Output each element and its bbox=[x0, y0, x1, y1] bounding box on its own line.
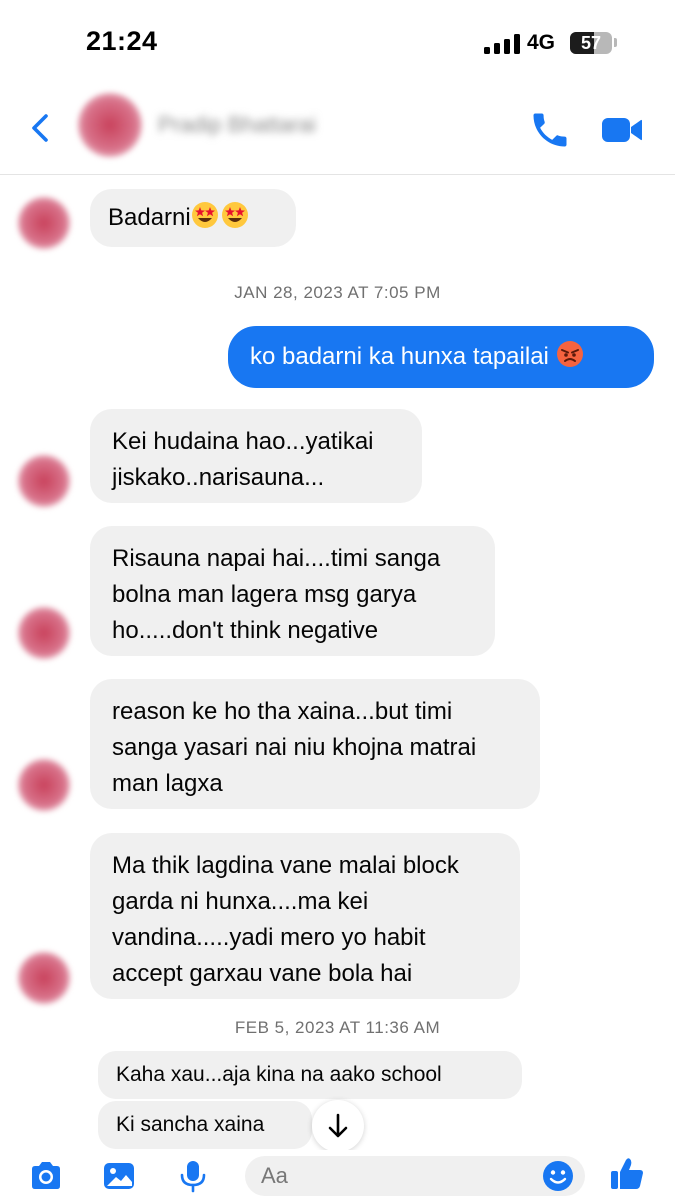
message-input-container[interactable] bbox=[245, 1156, 585, 1196]
timestamp-separator: JAN 28, 2023 AT 7:05 PM bbox=[234, 283, 441, 302]
conversation-header: Pradip Bhattarai bbox=[0, 80, 675, 175]
timestamp-separator: FEB 5, 2023 AT 11:36 AM bbox=[234, 1018, 441, 1037]
emoji-button[interactable] bbox=[541, 1159, 575, 1193]
message-bubble[interactable]: Ki sancha xaina bbox=[98, 1101, 312, 1149]
audio-call-button[interactable] bbox=[528, 108, 572, 152]
composer-bar bbox=[0, 1150, 675, 1200]
message-text: Badarni bbox=[108, 204, 191, 231]
sender-avatar bbox=[18, 455, 70, 507]
sender-avatar bbox=[18, 759, 70, 811]
message-text: Ma thik lagdina vane malai block garda n… bbox=[112, 852, 459, 987]
message-bubble[interactable]: Ma thik lagdina vane malai block garda n… bbox=[90, 833, 520, 999]
contact-name[interactable]: Pradip Bhattarai bbox=[158, 112, 316, 138]
signal-strength-icon bbox=[484, 34, 520, 54]
message-list[interactable]: Badarni JAN 28, 2023 AT 7:05 PM ko badar… bbox=[0, 175, 675, 1155]
back-button[interactable] bbox=[24, 108, 56, 148]
sender-avatar bbox=[18, 197, 70, 249]
message-text: Risauna napai hai....timi sanga bolna ma… bbox=[112, 545, 441, 644]
message-input[interactable] bbox=[261, 1156, 531, 1196]
star-struck-emoji-icon bbox=[191, 201, 219, 241]
message-bubble[interactable]: Badarni bbox=[90, 189, 296, 247]
status-time: 21:24 bbox=[86, 26, 158, 56]
arrow-down-icon bbox=[328, 1113, 348, 1138]
voice-message-button[interactable] bbox=[175, 1158, 211, 1194]
network-type: 4G bbox=[527, 31, 556, 54]
video-call-button[interactable] bbox=[600, 110, 644, 150]
camera-icon bbox=[32, 1162, 60, 1189]
sender-avatar bbox=[18, 607, 70, 659]
message-text: Kaha xau...aja kina na aako school bbox=[116, 1063, 442, 1086]
scroll-to-bottom-button[interactable] bbox=[312, 1100, 364, 1152]
microphone-icon bbox=[180, 1161, 206, 1193]
message-bubble[interactable]: Risauna napai hai....timi sanga bolna ma… bbox=[90, 526, 495, 656]
battery-icon: 57 bbox=[570, 32, 612, 54]
message-text: Kei hudaina hao...yatikai jiskako..naris… bbox=[112, 428, 374, 491]
sender-avatar bbox=[18, 952, 70, 1004]
smiley-icon bbox=[543, 1161, 573, 1191]
gallery-button[interactable] bbox=[101, 1158, 137, 1194]
message-bubble[interactable]: reason ke ho tha xaina...but timi sanga … bbox=[90, 679, 540, 809]
battery-cap bbox=[614, 38, 617, 47]
star-struck-emoji-icon bbox=[221, 201, 249, 241]
camera-button[interactable] bbox=[28, 1158, 64, 1194]
message-text: reason ke ho tha xaina...but timi sanga … bbox=[112, 698, 477, 797]
video-camera-icon bbox=[602, 118, 642, 142]
image-icon bbox=[104, 1163, 134, 1189]
status-bar: 21:24 4G 57 bbox=[0, 0, 675, 80]
back-icon bbox=[32, 114, 48, 142]
thumbs-up-icon bbox=[611, 1158, 643, 1189]
contact-avatar[interactable] bbox=[78, 93, 142, 157]
like-button[interactable] bbox=[608, 1155, 646, 1193]
phone-icon bbox=[533, 113, 567, 147]
battery-percent: 57 bbox=[580, 33, 602, 53]
sent-message-bubble[interactable]: ko badarni ka hunxa tapailai bbox=[228, 326, 654, 388]
message-text: ko badarni ka hunxa tapailai bbox=[250, 343, 549, 370]
message-bubble[interactable]: Kaha xau...aja kina na aako school bbox=[98, 1051, 522, 1099]
message-bubble[interactable]: Kei hudaina hao...yatikai jiskako..naris… bbox=[90, 409, 422, 503]
angry-face-emoji-icon bbox=[556, 340, 584, 381]
message-text: Ki sancha xaina bbox=[116, 1113, 265, 1136]
